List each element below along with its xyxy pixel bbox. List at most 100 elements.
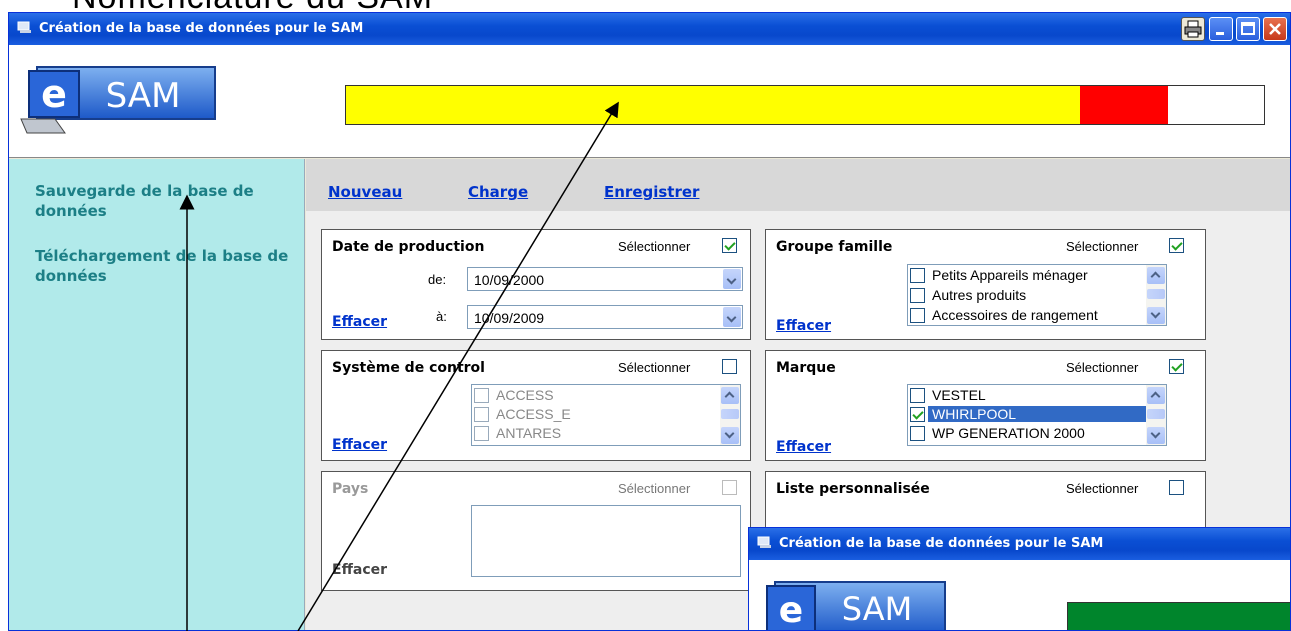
title-bar: Création de la base de données pour le S…: [9, 13, 1290, 45]
date-clear-link[interactable]: Effacer: [332, 314, 387, 330]
list-item[interactable]: WP GENERATION 2000: [908, 424, 1146, 443]
groupe-select-label: Sélectionner: [1066, 239, 1139, 254]
scroll-down-icon[interactable]: [721, 427, 739, 444]
pays-title: Pays: [332, 481, 369, 497]
app-icon: [757, 536, 771, 548]
groupe-scrollbar[interactable]: [1146, 265, 1166, 325]
progress-segment-yellow: [346, 86, 1081, 124]
scroll-down-icon[interactable]: [1147, 427, 1165, 444]
scroll-up-icon[interactable]: [721, 387, 739, 404]
systeme-select-checkbox[interactable]: [722, 359, 737, 374]
secondary-title-bar: Création de la base de données pour le S…: [749, 528, 1290, 560]
scroll-down-icon[interactable]: [1147, 307, 1165, 324]
progress-segment-red: [1080, 86, 1168, 124]
date-panel: Date de production Sélectionner de: 10/0…: [321, 229, 751, 340]
close-icon: [1269, 23, 1281, 35]
print-button[interactable]: [1181, 17, 1205, 41]
marque-select-label: Sélectionner: [1066, 360, 1139, 375]
liste-select-checkbox[interactable]: [1169, 480, 1184, 495]
pays-clear-link[interactable]: Effacer: [332, 562, 387, 578]
app-icon: [17, 21, 31, 33]
minimize-button[interactable]: [1209, 17, 1233, 41]
nouveau-link[interactable]: Nouveau: [328, 183, 402, 201]
list-item-selected[interactable]: WHIRLPOOL: [908, 405, 1156, 424]
sidebar: Sauvegarde de la base de données Télécha…: [9, 159, 305, 630]
enregistrer-link[interactable]: Enregistrer: [604, 183, 699, 201]
systeme-title: Système de control: [332, 360, 485, 376]
marque-clear-link[interactable]: Effacer: [776, 439, 831, 455]
pays-list[interactable]: [471, 505, 741, 577]
logo-letter: e: [779, 590, 803, 631]
scroll-up-icon[interactable]: [1147, 387, 1165, 404]
list-item-checkbox[interactable]: [910, 426, 925, 441]
list-item-checkbox[interactable]: [910, 388, 925, 403]
list-item[interactable]: ANTARES: [472, 424, 720, 443]
maximize-button[interactable]: [1236, 17, 1260, 41]
liste-title: Liste personnalisée: [776, 481, 930, 497]
marque-select-checkbox[interactable]: [1169, 359, 1184, 374]
window-title: Création de la base de données pour le S…: [39, 21, 364, 36]
secondary-window: Création de la base de données pour le S…: [748, 527, 1291, 631]
list-item-checkbox[interactable]: [474, 426, 489, 441]
header: e SAM: [9, 45, 1290, 158]
groupe-select-checkbox[interactable]: [1169, 238, 1184, 253]
list-item-checkbox[interactable]: [910, 407, 925, 422]
pays-panel: Pays Sélectionner Effacer: [321, 471, 751, 591]
pays-select-label: Sélectionner: [618, 481, 691, 496]
list-item-checkbox[interactable]: [474, 388, 489, 403]
list-item-checkbox[interactable]: [910, 288, 925, 303]
logo-letter: e: [41, 72, 67, 116]
close-button[interactable]: [1263, 17, 1287, 41]
sidebar-item-telechargement[interactable]: Téléchargement de la base de données: [35, 246, 305, 286]
to-date-value: 10/09/2009: [474, 310, 545, 326]
sidebar-item-sauvegarde[interactable]: Sauvegarde de la base de données: [35, 181, 295, 221]
list-item[interactable]: Accessoires de rangement: [908, 306, 1146, 325]
charge-link[interactable]: Charge: [468, 183, 528, 201]
printer-icon: [1184, 20, 1202, 38]
to-date-combo[interactable]: 10/09/2009: [467, 305, 743, 329]
scroll-thumb[interactable]: [721, 409, 739, 419]
from-date-value: 10/09/2000: [474, 272, 545, 288]
list-item[interactable]: Autres produits: [908, 286, 1146, 305]
chevron-down-icon[interactable]: [723, 307, 741, 327]
scroll-thumb[interactable]: [1147, 409, 1165, 419]
systeme-listbox[interactable]: ACCESS ACCESS_E ANTARES: [471, 384, 741, 446]
groupe-clear-link[interactable]: Effacer: [776, 318, 831, 334]
marque-title: Marque: [776, 360, 836, 376]
list-item-checkbox[interactable]: [910, 268, 925, 283]
list-item[interactable]: Petits Appareils ménager: [908, 266, 1146, 285]
liste-select-label: Sélectionner: [1066, 481, 1139, 496]
list-item-checkbox[interactable]: [474, 407, 489, 422]
progress-segment-white: [1167, 86, 1264, 124]
progress-bar: [345, 85, 1265, 125]
groupe-panel: Groupe famille Sélectionner Petits Appar…: [765, 229, 1206, 340]
date-title: Date de production: [332, 239, 485, 255]
scroll-thumb[interactable]: [1147, 289, 1165, 299]
marque-scrollbar[interactable]: [1146, 385, 1166, 445]
chevron-down-icon[interactable]: [723, 269, 741, 289]
systeme-clear-link[interactable]: Effacer: [332, 437, 387, 453]
list-item[interactable]: ACCESS_E: [472, 405, 720, 424]
list-item[interactable]: VESTEL: [908, 386, 1146, 405]
from-label: de:: [428, 272, 447, 287]
marque-panel: Marque Sélectionner VESTEL WHIRLPOOL WP …: [765, 350, 1206, 461]
list-item-checkbox[interactable]: [910, 308, 925, 323]
date-select-checkbox[interactable]: [722, 238, 737, 253]
date-select-label: Sélectionner: [618, 239, 691, 254]
screenshot-stage: Nomenclature du SAM Création de la base …: [0, 0, 1291, 631]
systeme-select-label: Sélectionner: [618, 360, 691, 375]
systeme-scrollbar[interactable]: [720, 385, 740, 445]
secondary-window-title: Création de la base de données pour le S…: [779, 536, 1104, 551]
esam-logo: e SAM: [20, 66, 216, 134]
groupe-title: Groupe famille: [776, 239, 893, 255]
logo-text: SAM: [842, 590, 912, 628]
secondary-progress-bar: [1067, 602, 1290, 630]
scroll-up-icon[interactable]: [1147, 267, 1165, 284]
systeme-panel: Système de control Sélectionner ACCESS A…: [321, 350, 751, 461]
pays-select-checkbox[interactable]: [722, 480, 737, 495]
groupe-listbox[interactable]: Petits Appareils ménager Autres produits…: [907, 264, 1167, 326]
list-item[interactable]: ACCESS: [472, 386, 720, 405]
marque-listbox[interactable]: VESTEL WHIRLPOOL WP GENERATION 2000: [907, 384, 1167, 446]
from-date-combo[interactable]: 10/09/2000: [467, 267, 743, 291]
logo-text: SAM: [106, 76, 181, 116]
